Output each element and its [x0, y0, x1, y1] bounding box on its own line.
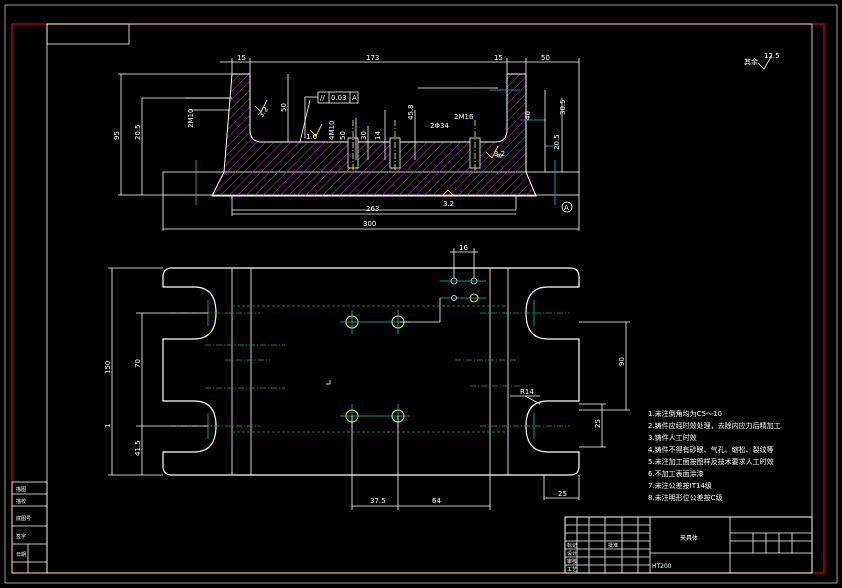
dim-25-bottom: 25: [558, 490, 567, 498]
dim-15-right: 15: [494, 54, 503, 62]
svg-text:3.2: 3.2: [443, 200, 454, 208]
dim-41-5: 41.5: [134, 440, 142, 456]
title-label-1: 设计: [567, 550, 577, 557]
dim-16: 16: [459, 244, 468, 252]
dim-50b: 50: [339, 131, 347, 140]
dim-30: 30: [360, 131, 368, 140]
dim-45-8: 45.8: [407, 104, 415, 120]
note-4: 4.铸件不得有砂眼、气孔、缩松、裂纹等: [648, 445, 774, 454]
dim-95: 95: [113, 131, 121, 140]
dim-15-left: 15: [237, 54, 246, 62]
corner-roughness: 其余 12.5: [744, 52, 780, 70]
svg-text:3.2: 3.2: [257, 105, 270, 119]
dim-37-5: 37.5: [370, 497, 386, 505]
dim-40: 40: [524, 111, 532, 120]
dim-1: 1: [104, 424, 112, 428]
strip-label-4: 日期: [16, 552, 26, 558]
title-label-2: 审核: [567, 558, 577, 565]
title-block: 夹具体 HT200 标记 设计 审核 工艺 批准: [564, 516, 813, 574]
left-side-strip: 描图 描校 底图号 签字 日期: [11, 481, 48, 574]
svg-text:A: A: [564, 204, 569, 212]
strip-label-2: 底图号: [16, 515, 31, 522]
hole-pattern: [207, 277, 535, 439]
dim-90: 90: [618, 357, 626, 366]
svg-text:其余: 其余: [744, 57, 758, 66]
svg-text:12.5: 12.5: [764, 52, 780, 60]
dim-2-34: 2Φ34: [430, 122, 449, 130]
dim-2m10: 2M10: [187, 109, 195, 128]
dim-173: 173: [366, 54, 379, 62]
inner-frame: [46, 23, 813, 574]
dim-50: 50: [280, 103, 288, 112]
section-view: 15 173 15 50 95 20.5 50 2M10 4M10 30 14 …: [113, 54, 580, 231]
dim-64: 64: [432, 497, 441, 505]
note-8: 8.未注明形位公差按C级: [648, 493, 723, 502]
svg-text:1.6: 1.6: [306, 133, 318, 141]
title-label-3: 工艺: [567, 567, 577, 573]
title-material: HT200: [652, 563, 672, 570]
note-2: 2.铸件应经时效处理，去除内应力后精加工: [648, 421, 781, 430]
svg-text:3.2: 3.2: [494, 150, 505, 158]
dim-20-5: 20.5: [134, 124, 142, 140]
dim-50-right: 50: [541, 54, 550, 62]
dim-30-5: 30.5: [559, 99, 567, 115]
title-label-4: 批准: [608, 542, 618, 549]
title-label-0: 标记: [567, 542, 577, 549]
svg-text:0.03: 0.03: [331, 94, 347, 102]
cad-drawing: 15 173 15 50 95 20.5 50 2M10 4M10 30 14 …: [4, 4, 838, 584]
dim-r14: R14: [520, 388, 534, 396]
dim-2-16: 2M16: [454, 113, 474, 121]
strip-label-0: 描图: [16, 486, 26, 493]
note-7: 7.未注公差按IT14级: [648, 481, 712, 490]
strip-label-3: 签字: [16, 533, 26, 540]
note-5: 5.未注加工面按图样及技术要求人工时效: [648, 457, 774, 466]
dim-14: 14: [374, 131, 382, 140]
svg-text:A: A: [352, 94, 357, 102]
title-part-name: 夹具体: [680, 534, 698, 542]
dim-25-vert: 25: [594, 419, 602, 428]
dim-4m10: 4M10: [328, 121, 336, 140]
dim-70: 70: [134, 359, 142, 368]
note-1: 1.未注倒角均为C5～10: [648, 409, 722, 418]
red-frame: [11, 23, 825, 574]
dim-150: 150: [104, 361, 112, 374]
drawing-number-box: [46, 23, 130, 45]
dim-20-5-right: 20.5: [553, 134, 561, 150]
technical-notes: 1.未注倒角均为C5～10 2.铸件应经时效处理，去除内应力后精加工 3.铸件人…: [648, 409, 781, 502]
svg-text://: //: [320, 94, 325, 102]
dim-300: 300: [363, 220, 376, 228]
dim-263: 263: [366, 205, 379, 213]
note-3: 3.铸件人工时效: [648, 433, 697, 442]
note-6: 6.不加工表面涂漆: [648, 469, 704, 478]
plan-view: 16 150 1 70 41.5 37.5 64 25 R14 25 90: [104, 244, 630, 510]
strip-label-1: 描校: [16, 498, 26, 505]
datum-a-marker: A: [561, 201, 573, 213]
